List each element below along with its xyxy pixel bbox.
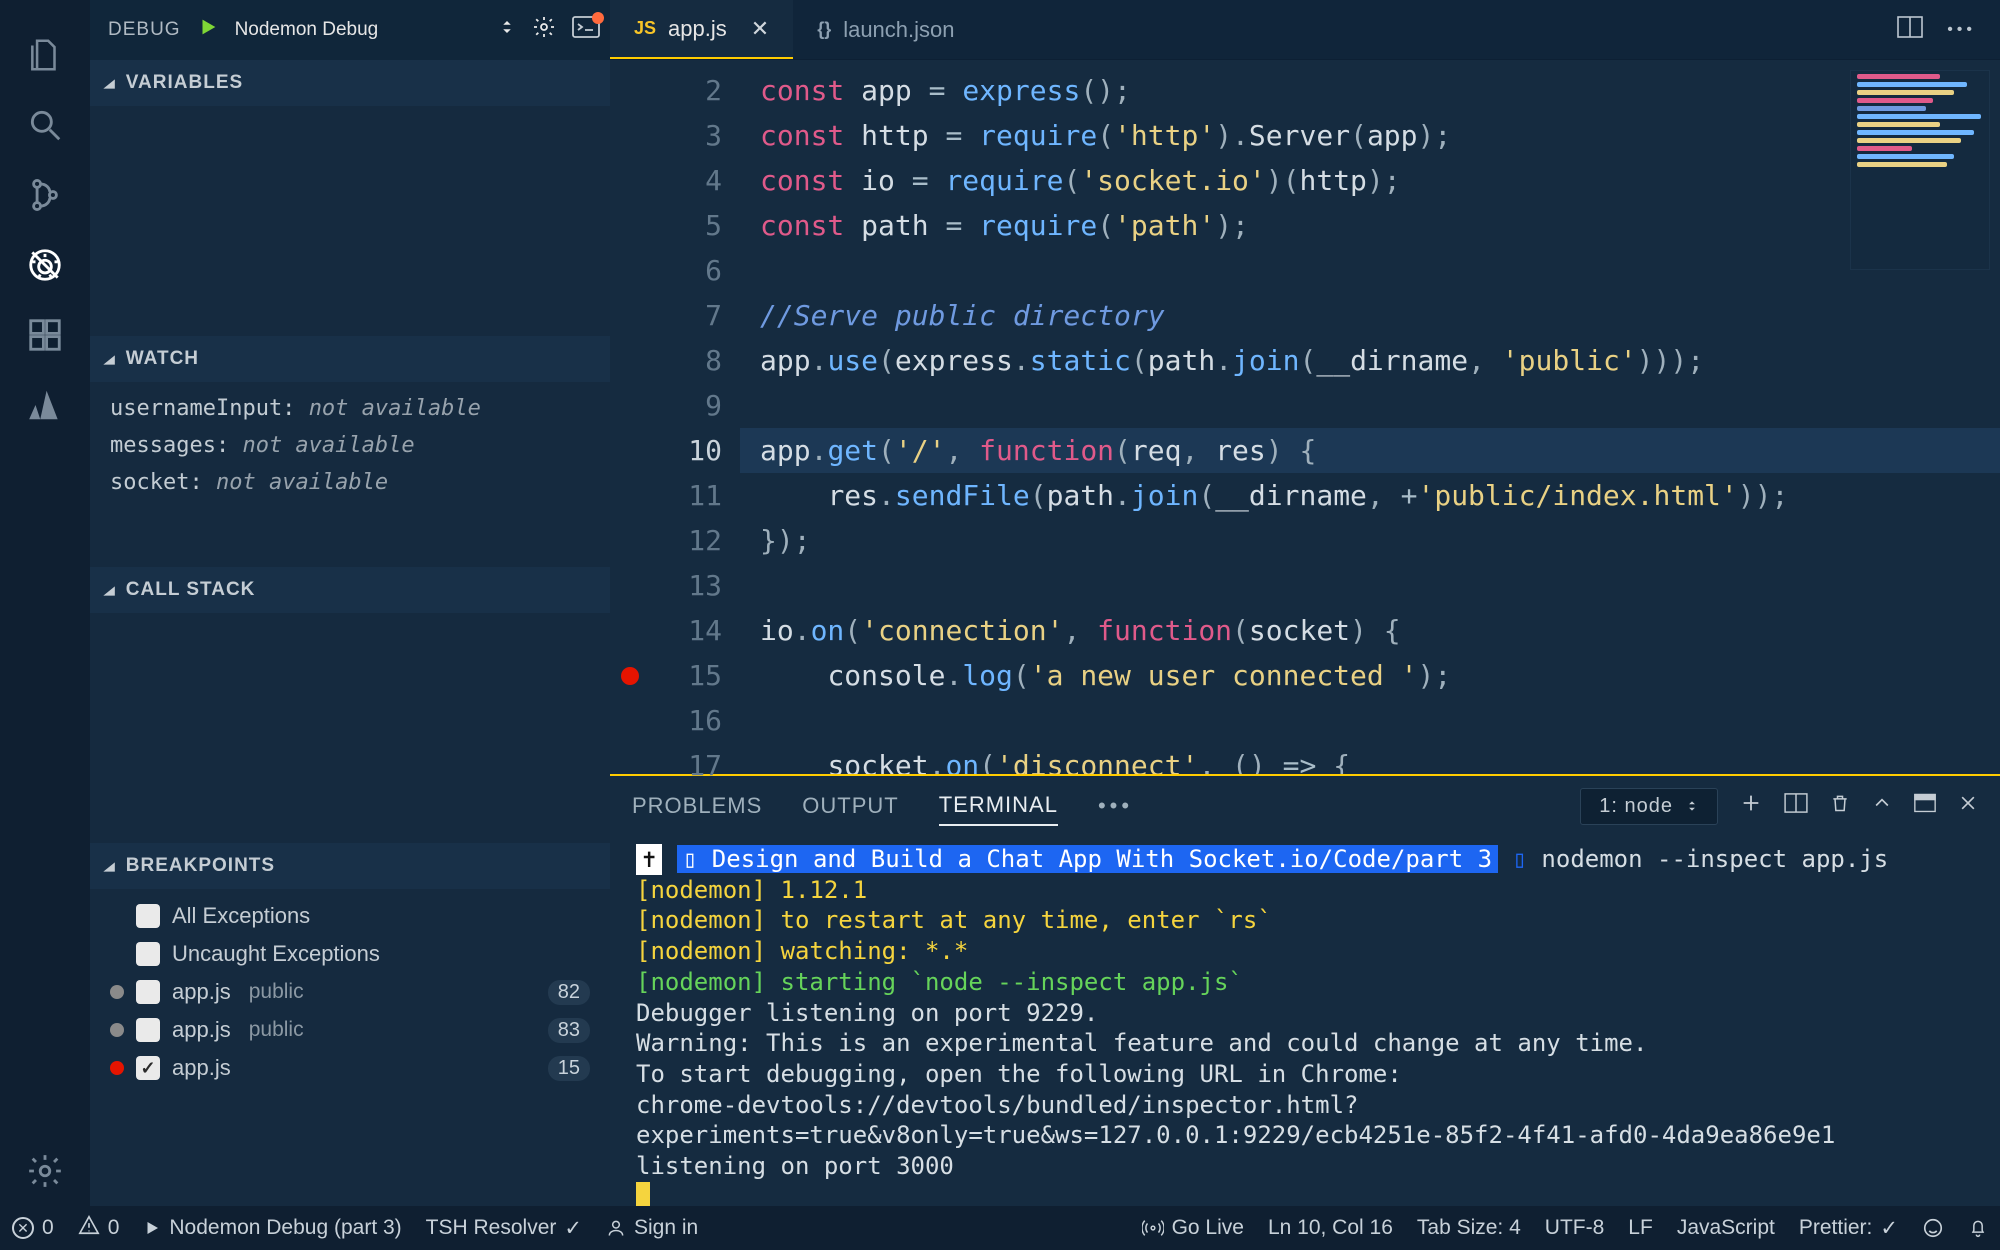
check-icon: ✓ xyxy=(1880,1216,1898,1241)
breakpoint-item[interactable]: app.jspublic82 xyxy=(90,973,610,1011)
section-callstack-header[interactable]: ◢ CALL STACK xyxy=(90,567,610,613)
status-resolver[interactable]: TSH Resolver ✓ xyxy=(426,1216,582,1241)
close-panel-icon[interactable] xyxy=(1958,793,1978,819)
status-feedback-icon[interactable] xyxy=(1922,1217,1944,1239)
section-title: WATCH xyxy=(126,348,199,370)
status-prettier[interactable]: Prettier: ✓ xyxy=(1799,1216,1898,1241)
search-icon[interactable] xyxy=(0,90,90,160)
debug-header: DEBUG Nodemon Debug xyxy=(90,0,610,60)
activity-bar xyxy=(0,0,90,1206)
editor-tabs: JS app.js ✕{} launch.json ••• xyxy=(610,0,2000,60)
tab-label: launch.json xyxy=(843,17,954,43)
checkbox[interactable] xyxy=(136,904,160,928)
section-title: CALL STACK xyxy=(126,579,256,601)
editor-body[interactable]: 234567891011121314151617 const app = exp… xyxy=(610,60,2000,774)
status-encoding[interactable]: UTF-8 xyxy=(1545,1216,1605,1240)
status-bell-icon[interactable] xyxy=(1968,1217,1988,1239)
editor-tab[interactable]: JS app.js ✕ xyxy=(610,0,793,59)
status-go-live[interactable]: Go Live xyxy=(1142,1216,1244,1240)
watch-expression[interactable]: usernameInput: not available xyxy=(90,390,610,427)
line-number-gutter: 234567891011121314151617 xyxy=(650,60,740,774)
debug-sidebar: DEBUG Nodemon Debug ◢ VARIABLES ◢ xyxy=(90,0,610,1206)
section-breakpoints-header[interactable]: ◢ BREAKPOINTS xyxy=(90,843,610,889)
checkbox[interactable] xyxy=(136,1018,160,1042)
file-icon: {} xyxy=(817,19,831,40)
debug-config-select[interactable]: Nodemon Debug xyxy=(235,19,482,41)
terminal-selector[interactable]: 1: node xyxy=(1580,788,1718,825)
new-terminal-icon[interactable] xyxy=(1740,792,1762,820)
status-language[interactable]: JavaScript xyxy=(1677,1216,1775,1240)
status-errors[interactable]: ✕ 0 xyxy=(12,1216,54,1240)
warning-icon xyxy=(78,1214,100,1242)
tab-problems[interactable]: PROBLEMS xyxy=(632,787,762,825)
breakpoint-dot-icon xyxy=(110,1023,124,1037)
updown-icon[interactable] xyxy=(498,16,516,44)
file-icon: JS xyxy=(634,18,656,39)
checkbox[interactable] xyxy=(136,942,160,966)
tab-label: app.js xyxy=(668,16,727,42)
debug-icon[interactable] xyxy=(0,230,90,300)
section-watch-header[interactable]: ◢ WATCH xyxy=(90,336,610,382)
callstack-body xyxy=(90,613,610,843)
section-title: BREAKPOINTS xyxy=(126,855,275,877)
chevron-down-icon: ◢ xyxy=(104,76,116,90)
source-control-icon[interactable] xyxy=(0,160,90,230)
watch-body: usernameInput: not availablemessages: no… xyxy=(90,382,610,567)
breakpoint-dot-icon xyxy=(110,985,124,999)
terminal-output[interactable]: ✝ ▯ Design and Build a Chat App With Soc… xyxy=(610,836,2000,1206)
bottom-panel: PROBLEMS OUTPUT TERMINAL ••• 1: node xyxy=(610,774,2000,1206)
debug-console-icon[interactable] xyxy=(572,16,600,44)
section-variables-header[interactable]: ◢ VARIABLES xyxy=(90,60,610,106)
status-cursor[interactable]: Ln 10, Col 16 xyxy=(1268,1216,1393,1240)
terminal-selector-label: 1: node xyxy=(1599,795,1673,818)
breakpoint-dot-icon xyxy=(110,1061,124,1075)
breakpoint-item[interactable]: app.jspublic83 xyxy=(90,1011,610,1049)
debug-label: DEBUG xyxy=(108,19,181,41)
status-tabsize[interactable]: Tab Size: 4 xyxy=(1417,1216,1521,1240)
watch-expression[interactable]: messages: not available xyxy=(90,427,610,464)
breakpoints-body: All ExceptionsUncaught Exceptions app.js… xyxy=(90,889,610,1095)
kill-terminal-icon[interactable] xyxy=(1830,792,1850,820)
status-bar: ✕ 0 0 Nodemon Debug (part 3) TSH Resolve… xyxy=(0,1206,2000,1250)
breakpoint-builtin[interactable]: All Exceptions xyxy=(90,897,610,935)
split-terminal-icon[interactable] xyxy=(1784,793,1808,819)
breakpoint-builtin[interactable]: Uncaught Exceptions xyxy=(90,935,610,973)
checkbox[interactable] xyxy=(136,980,160,1004)
azure-icon[interactable] xyxy=(0,370,90,440)
check-icon: ✓ xyxy=(564,1216,582,1241)
chevron-up-icon[interactable] xyxy=(1872,793,1892,819)
status-signin[interactable]: Sign in xyxy=(606,1216,698,1240)
chevron-down-icon: ◢ xyxy=(104,583,116,597)
extensions-icon[interactable] xyxy=(0,300,90,370)
chevron-down-icon: ◢ xyxy=(104,352,116,366)
watch-expression[interactable]: socket: not available xyxy=(90,464,610,501)
gear-icon[interactable] xyxy=(0,1136,90,1206)
status-eol[interactable]: LF xyxy=(1628,1216,1653,1240)
tab-output[interactable]: OUTPUT xyxy=(802,787,898,825)
split-editor-icon[interactable] xyxy=(1897,16,1923,43)
play-icon[interactable] xyxy=(197,16,219,44)
editor-area: JS app.js ✕{} launch.json ••• 2345678910… xyxy=(610,0,2000,1206)
panel-tabs: PROBLEMS OUTPUT TERMINAL ••• 1: node xyxy=(610,776,2000,836)
gear-icon[interactable] xyxy=(532,15,556,45)
section-title: VARIABLES xyxy=(126,72,243,94)
chevron-down-icon: ◢ xyxy=(104,859,116,873)
minimap[interactable] xyxy=(1850,70,1990,270)
variables-body xyxy=(90,106,610,336)
code-area[interactable]: const app = express();const http = requi… xyxy=(740,60,2000,774)
more-tabs-icon[interactable]: ••• xyxy=(1098,793,1133,819)
breakpoint-gutter[interactable] xyxy=(610,60,650,774)
status-debug-target[interactable]: Nodemon Debug (part 3) xyxy=(143,1216,401,1240)
tab-terminal[interactable]: TERMINAL xyxy=(939,786,1058,826)
status-warnings[interactable]: 0 xyxy=(78,1214,120,1242)
more-actions-icon[interactable]: ••• xyxy=(1947,21,1976,39)
files-icon[interactable] xyxy=(0,20,90,90)
close-icon[interactable]: ✕ xyxy=(751,16,769,42)
editor-tab[interactable]: {} launch.json xyxy=(793,0,978,59)
maximize-panel-icon[interactable] xyxy=(1914,793,1936,819)
error-icon: ✕ xyxy=(12,1217,34,1239)
breakpoint-item[interactable]: ✓ app.js15 xyxy=(90,1049,610,1087)
checkbox[interactable]: ✓ xyxy=(136,1056,160,1080)
